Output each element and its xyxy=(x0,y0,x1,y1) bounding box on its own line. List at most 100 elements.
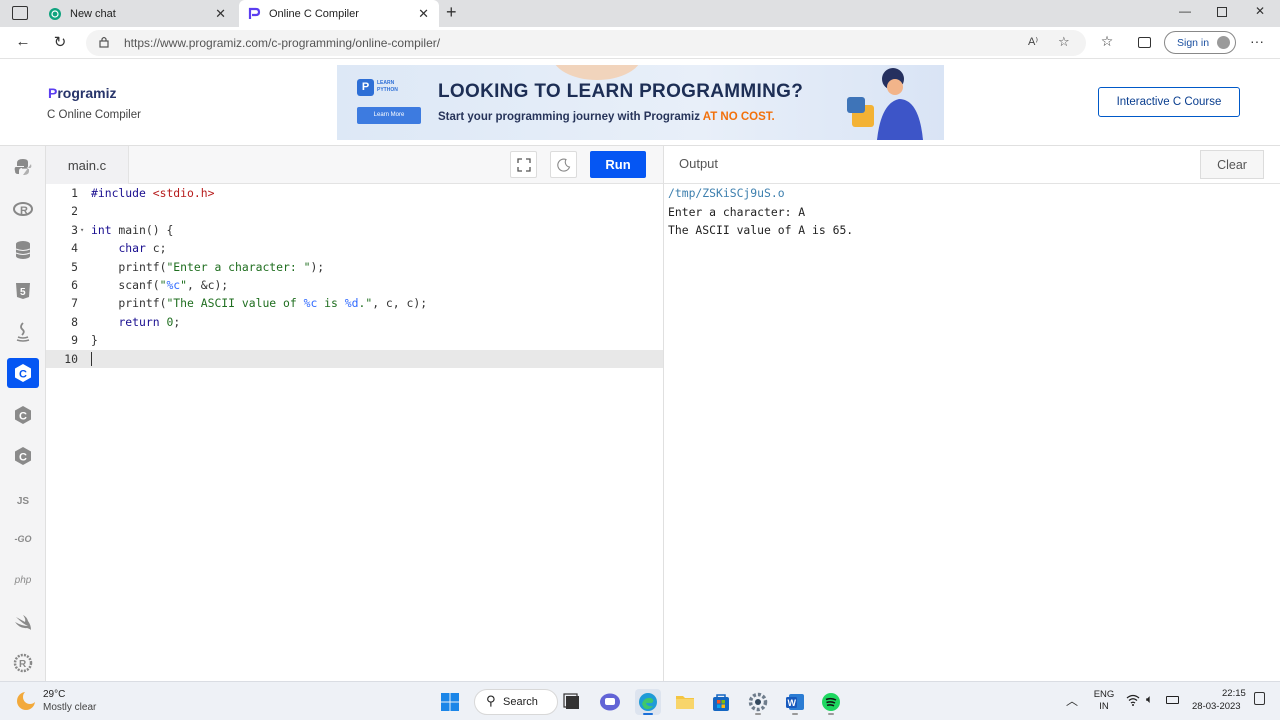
read-aloud-icon[interactable]: A⁾ xyxy=(1028,35,1038,48)
code-line-current: 10 xyxy=(46,349,663,368)
dark-mode-toggle[interactable] xyxy=(550,151,577,178)
weather-widget[interactable]: 29°C Mostly clear xyxy=(12,687,122,717)
code-editor[interactable]: 1 #include <stdio.h> 2 3 ▾ int main() { 4 c… xyxy=(46,184,663,681)
svg-text:R: R xyxy=(19,659,27,670)
settings-button[interactable] xyxy=(745,689,771,715)
start-button[interactable] xyxy=(437,689,463,715)
collections-icon[interactable] xyxy=(1134,35,1154,55)
taskbar-search[interactable]: ⚲ Search xyxy=(474,689,558,715)
fold-arrow-icon[interactable]: ▾ xyxy=(80,221,84,239)
svg-text:W: W xyxy=(788,698,797,708)
lock-icon[interactable] xyxy=(99,36,109,48)
close-window-icon[interactable]: ✕ xyxy=(1250,4,1270,22)
programiz-logo[interactable]: Programiz xyxy=(48,85,116,101)
go-icon: -GO xyxy=(14,534,32,544)
run-button[interactable]: Run xyxy=(590,151,646,178)
svg-text:C: C xyxy=(19,452,27,464)
favorites-icon[interactable]: ☆ xyxy=(1097,33,1117,53)
editor-toolbar: main.c Run xyxy=(46,146,663,184)
sidebar-item-c[interactable]: C xyxy=(7,358,39,388)
teams-icon xyxy=(600,693,620,711)
learn-more-button[interactable]: Learn More xyxy=(357,107,421,124)
php-icon: php xyxy=(14,574,32,586)
more-options-icon[interactable]: ··· xyxy=(1247,33,1267,53)
file-tab-main-c[interactable]: main.c xyxy=(46,146,129,184)
notifications-icon[interactable] xyxy=(1254,692,1265,705)
maximize-icon[interactable] xyxy=(1212,6,1232,24)
sidebar-item-php[interactable]: php xyxy=(7,565,39,595)
ad-banner[interactable]: P LEARN PYTHON Learn More LOOKING TO LEA… xyxy=(337,65,944,140)
swift-icon xyxy=(15,615,31,630)
line-code: scanf("%c", &c); xyxy=(91,278,229,292)
moon-weather-icon xyxy=(17,690,37,710)
line-number: 8 xyxy=(71,314,78,329)
refresh-icon[interactable]: ↻ xyxy=(50,33,70,53)
close-tab-icon[interactable]: ✕ xyxy=(418,6,429,22)
code-line: 9} xyxy=(46,331,663,349)
language-indicator[interactable]: ENG IN xyxy=(1092,689,1116,713)
sidebar-item-python[interactable] xyxy=(7,152,39,182)
wifi-icon[interactable] xyxy=(1126,694,1140,709)
favorite-add-icon[interactable]: ☆ xyxy=(1058,34,1070,50)
back-icon[interactable]: ← xyxy=(13,33,33,53)
teams-chat-button[interactable] xyxy=(597,689,623,715)
clear-button[interactable]: Clear xyxy=(1200,150,1264,179)
gear-icon xyxy=(748,692,768,712)
battery-icon[interactable] xyxy=(1166,696,1179,704)
edge-button[interactable] xyxy=(635,689,661,715)
sidebar-item-sql[interactable] xyxy=(7,235,39,265)
sidebar-item-go[interactable]: -GO xyxy=(7,524,39,554)
line-code: int main() { xyxy=(91,222,174,237)
sidebar-item-csharp[interactable]: C xyxy=(7,441,39,471)
clock-date[interactable]: 28-03-2023 xyxy=(1192,701,1241,712)
windows-icon xyxy=(441,693,459,711)
output-line: The ASCII value of A is 65. xyxy=(668,223,854,237)
show-hidden-icons[interactable]: ︿ xyxy=(1066,692,1078,709)
line-number: 9 xyxy=(71,333,78,348)
word-button[interactable]: W xyxy=(782,689,808,715)
line-code: #include <stdio.h> xyxy=(91,186,215,200)
spotify-button[interactable] xyxy=(818,689,844,715)
sidebar-item-r[interactable]: R xyxy=(7,194,39,224)
sidebar-item-javascript[interactable]: JS xyxy=(7,486,39,516)
tab-online-c-compiler[interactable]: Online C Compiler ✕ xyxy=(239,0,439,27)
learn-python-badge: P LEARN PYTHON Learn More xyxy=(357,79,421,127)
browser-tab-bar: New chat ✕ Online C Compiler ✕ + — ✕ xyxy=(0,0,1280,27)
new-tab-icon[interactable]: + xyxy=(446,2,457,23)
minimize-icon[interactable]: — xyxy=(1175,4,1195,22)
url-text[interactable]: https://www.programiz.com/c-programming/… xyxy=(124,36,440,50)
volume-icon[interactable]: 🔈︎ xyxy=(1146,692,1153,707)
sidebar-item-swift[interactable] xyxy=(7,607,39,637)
database-icon xyxy=(15,241,31,259)
output-console[interactable]: /tmp/ZSKiSCj9uS.o Enter a character: A T… xyxy=(663,184,1280,681)
line-number: 6 xyxy=(71,278,78,292)
line-code: printf("The ASCII value of %c is %d.", c… xyxy=(91,296,428,311)
task-view-button[interactable] xyxy=(559,689,585,715)
moon-icon xyxy=(556,158,570,172)
file-explorer-button[interactable] xyxy=(672,689,698,715)
tab-actions-icon[interactable] xyxy=(12,6,28,20)
language-sidebar: R 5 C C C JS -GO php R xyxy=(0,146,46,681)
close-tab-icon[interactable]: ✕ xyxy=(215,6,226,22)
line-number: 10 xyxy=(64,351,78,366)
line-code: } xyxy=(91,333,98,348)
code-line: 5 printf("Enter a character: "); xyxy=(46,258,663,276)
sidebar-item-java[interactable] xyxy=(7,317,39,347)
sidebar-item-html5[interactable]: 5 xyxy=(7,276,39,306)
fullscreen-button[interactable] xyxy=(510,151,537,178)
sidebar-item-cpp[interactable]: C xyxy=(7,400,39,430)
store-button[interactable] xyxy=(708,689,734,715)
code-line: 4 char c; xyxy=(46,239,663,257)
output-line: Enter a character: A xyxy=(668,205,806,219)
url-box[interactable]: https://www.programiz.com/c-programming/… xyxy=(86,30,1086,56)
interactive-c-course-button[interactable]: Interactive C Course xyxy=(1098,87,1240,117)
clock-time[interactable]: 22:15 xyxy=(1222,688,1246,699)
text-cursor xyxy=(91,351,92,366)
sign-in-button[interactable]: Sign in xyxy=(1164,31,1236,54)
python-icon xyxy=(14,159,32,175)
tab-new-chat[interactable]: New chat ✕ xyxy=(40,0,236,27)
banner-orange-arc xyxy=(552,65,642,80)
chat-icon xyxy=(48,7,62,21)
c-language-icon: C xyxy=(15,364,31,382)
sidebar-item-rust[interactable]: R xyxy=(7,648,39,678)
